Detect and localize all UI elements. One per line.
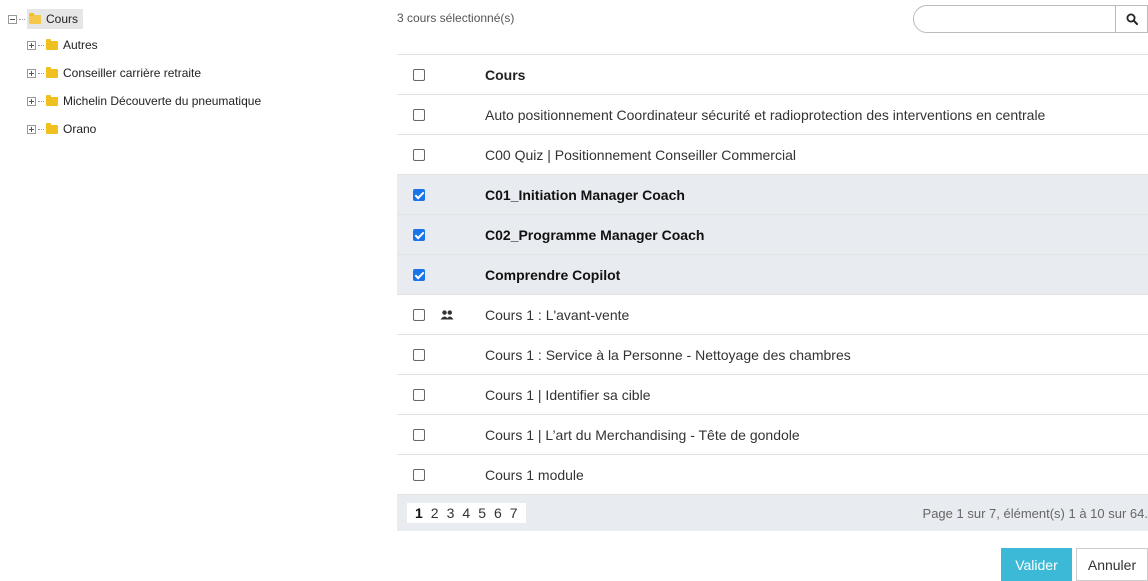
- table-row[interactable]: Auto positionnement Coordinateur sécurit…: [397, 94, 1148, 134]
- collapse-icon[interactable]: [8, 14, 17, 24]
- valider-button[interactable]: Valider: [1001, 548, 1072, 581]
- expand-icon[interactable]: [27, 68, 36, 78]
- folder-icon: [46, 38, 58, 50]
- table-row[interactable]: Cours 1 module: [397, 454, 1148, 494]
- folder-icon: [46, 94, 58, 106]
- row-checkbox[interactable]: [412, 348, 425, 361]
- selection-count: 3 cours sélectionné(s): [397, 11, 515, 25]
- table-row[interactable]: Comprendre Copilot: [397, 254, 1148, 294]
- course-name: C01_Initiation Manager Coach: [485, 186, 685, 203]
- expand-icon[interactable]: [27, 40, 36, 50]
- table-row[interactable]: Cours 1 | L’art du Merchandising - Tête …: [397, 414, 1148, 454]
- tree-node-label[interactable]: Michelin Découverte du pneumatique: [63, 94, 261, 108]
- page-link[interactable]: 5: [478, 505, 486, 521]
- search-icon: [1126, 13, 1138, 25]
- page-numbers: 1234567: [407, 503, 526, 523]
- search-box: [913, 5, 1148, 33]
- course-name: Cours 1 : Service à la Personne - Nettoy…: [485, 346, 851, 363]
- folder-icon: [46, 66, 58, 78]
- tree-node-michelin[interactable]: Michelin Découverte du pneumatique: [8, 87, 388, 115]
- tree-connector: [19, 18, 25, 20]
- page-info: Page 1 sur 7, élément(s) 1 à 10 sur 64.: [922, 505, 1148, 521]
- tree-node-label: Cours: [46, 12, 79, 26]
- pager: 1234567 Page 1 sur 7, élément(s) 1 à 10 …: [397, 494, 1148, 531]
- annuler-button[interactable]: Annuler: [1076, 548, 1148, 581]
- page-link[interactable]: 4: [462, 505, 470, 521]
- table-row[interactable]: Cours 1 : Service à la Personne - Nettoy…: [397, 334, 1148, 374]
- table-row[interactable]: Cours 1 | Identifier sa cible: [397, 374, 1148, 414]
- course-category-tree: Cours Autres Conseiller carrière retrait…: [8, 7, 388, 143]
- tree-node-label[interactable]: Orano: [63, 122, 96, 136]
- tree-node-autres[interactable]: Autres: [8, 31, 388, 59]
- course-name: C02_Programme Manager Coach: [485, 226, 705, 243]
- row-checkbox[interactable]: [412, 108, 425, 121]
- course-name: Cours 1 module: [485, 466, 584, 483]
- expand-icon[interactable]: [27, 96, 36, 106]
- group-icon: [440, 309, 454, 319]
- row-checkbox[interactable]: [412, 148, 425, 161]
- table-row[interactable]: C00 Quiz | Positionnement Conseiller Com…: [397, 134, 1148, 174]
- row-icon-cell: [440, 309, 485, 320]
- tree-connector: [38, 100, 44, 102]
- tree-connector: [38, 44, 44, 46]
- course-name: Cours 1 | Identifier sa cible: [485, 386, 651, 403]
- page-link[interactable]: 3: [447, 505, 455, 521]
- table-header: Cours: [397, 54, 1148, 94]
- page-link[interactable]: 1: [415, 505, 423, 521]
- page-link[interactable]: 7: [510, 505, 518, 521]
- select-all-checkbox[interactable]: [412, 68, 425, 81]
- course-name: C00 Quiz | Positionnement Conseiller Com…: [485, 146, 796, 163]
- table-row[interactable]: C01_Initiation Manager Coach: [397, 174, 1148, 214]
- folder-icon: [46, 122, 58, 134]
- course-name: Auto positionnement Coordinateur sécurit…: [485, 106, 1046, 123]
- tree-connector: [38, 128, 44, 130]
- row-checkbox[interactable]: [412, 468, 425, 481]
- tree-node-orano[interactable]: Orano: [8, 115, 388, 143]
- row-checkbox[interactable]: [412, 228, 425, 241]
- search-input[interactable]: [914, 6, 1115, 32]
- tree-connector: [38, 72, 44, 74]
- row-checkbox[interactable]: [412, 268, 425, 281]
- table-row[interactable]: Cours 1 : L'avant-vente: [397, 294, 1148, 334]
- row-checkbox[interactable]: [412, 428, 425, 441]
- tree-node-conseiller[interactable]: Conseiller carrière retraite: [8, 59, 388, 87]
- page-link[interactable]: 6: [494, 505, 502, 521]
- tree-node-label[interactable]: Autres: [63, 38, 98, 52]
- course-name: Comprendre Copilot: [485, 266, 621, 283]
- table-row[interactable]: C02_Programme Manager Coach: [397, 214, 1148, 254]
- tree-root-selected[interactable]: Cours: [27, 9, 84, 29]
- row-checkbox[interactable]: [412, 308, 425, 321]
- row-checkbox[interactable]: [412, 188, 425, 201]
- page-link[interactable]: 2: [431, 505, 439, 521]
- course-grid: Cours Auto positionnement Coordinateur s…: [397, 54, 1148, 531]
- search-button[interactable]: [1115, 6, 1147, 32]
- folder-open-icon: [29, 12, 41, 24]
- tree-node-label[interactable]: Conseiller carrière retraite: [63, 66, 201, 80]
- row-checkbox[interactable]: [412, 388, 425, 401]
- course-name: Cours 1 : L'avant-vente: [485, 306, 630, 323]
- course-name: Cours 1 | L’art du Merchandising - Tête …: [485, 426, 800, 443]
- tree-node-root[interactable]: Cours: [8, 7, 388, 31]
- column-header-cours[interactable]: Cours: [485, 67, 1148, 83]
- expand-icon[interactable]: [27, 124, 36, 134]
